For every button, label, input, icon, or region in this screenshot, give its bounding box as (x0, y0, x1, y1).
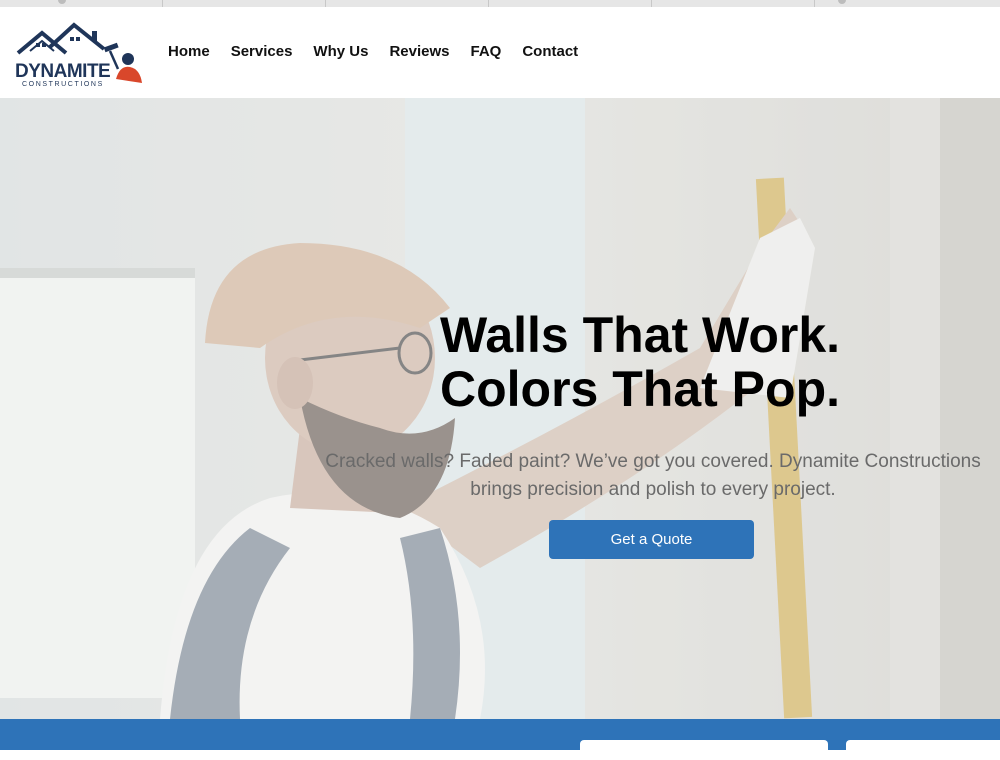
site-logo[interactable]: DYNAMITE CONSTRUCTIONS (12, 17, 148, 91)
band-card (846, 740, 1000, 760)
nav-home[interactable]: Home (168, 43, 210, 60)
hero-heading-line-1: Walls That Work. (440, 307, 841, 363)
nav-contact[interactable]: Contact (522, 43, 578, 60)
get-a-quote-button[interactable]: Get a Quote (549, 520, 754, 559)
site-header: DYNAMITE CONSTRUCTIONS Home Services Why… (0, 7, 1000, 98)
logo-wordmark: DYNAMITE (15, 61, 111, 82)
nav-reviews[interactable]: Reviews (389, 43, 449, 60)
hero-heading-line-2: Colors That Pop. (440, 361, 840, 417)
tab-separator (651, 0, 652, 7)
contact-band (0, 719, 1000, 760)
tab-separator (488, 0, 489, 7)
tab-separator (814, 0, 815, 7)
hero-section: Walls That Work. Colors That Pop. Cracke… (0, 98, 1000, 719)
hero-subtitle: Cracked walls? Faded paint? We’ve got yo… (268, 448, 1000, 504)
nav-services[interactable]: Services (231, 43, 293, 60)
hero-subtitle-line-2: brings precision and polish to every pro… (470, 479, 836, 500)
main-nav: Home Services Why Us Reviews FAQ Contact (168, 43, 599, 60)
tab-separator (162, 0, 163, 7)
tab-favicon-icon (58, 0, 66, 4)
tab-favicon-icon (838, 0, 846, 4)
nav-faq[interactable]: FAQ (470, 43, 501, 60)
hero-heading: Walls That Work. Colors That Pop. (440, 308, 960, 416)
tab-separator (325, 0, 326, 7)
band-card (580, 740, 828, 760)
logo-tagline: CONSTRUCTIONS (22, 81, 104, 88)
nav-why-us[interactable]: Why Us (313, 43, 368, 60)
hero-subtitle-line-1: Cracked walls? Faded paint? We’ve got yo… (325, 451, 981, 472)
